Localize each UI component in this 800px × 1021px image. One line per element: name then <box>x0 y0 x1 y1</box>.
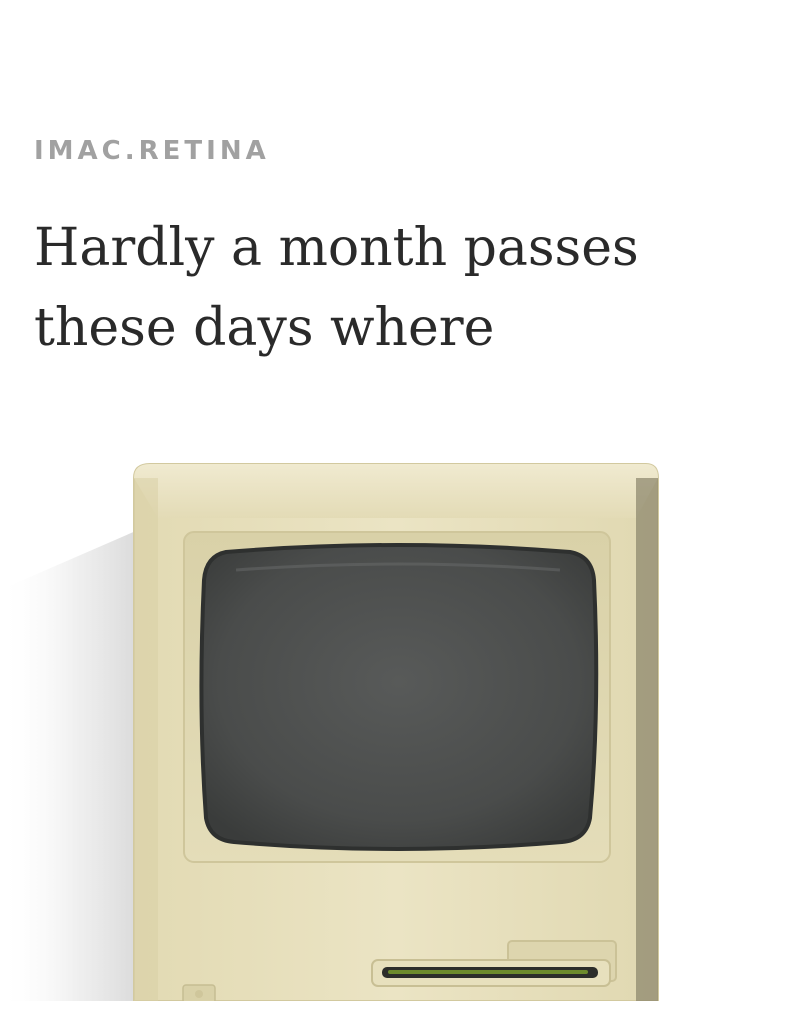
article-image[interactable] <box>0 420 800 1001</box>
article-card: IMAC.RETINA Hardly a month passes these … <box>0 0 800 1021</box>
retro-macintosh-computer-icon <box>0 463 659 1001</box>
category-link[interactable]: IMAC.RETINA <box>34 136 270 166</box>
article-headline[interactable]: Hardly a month passes these days where <box>34 208 734 368</box>
